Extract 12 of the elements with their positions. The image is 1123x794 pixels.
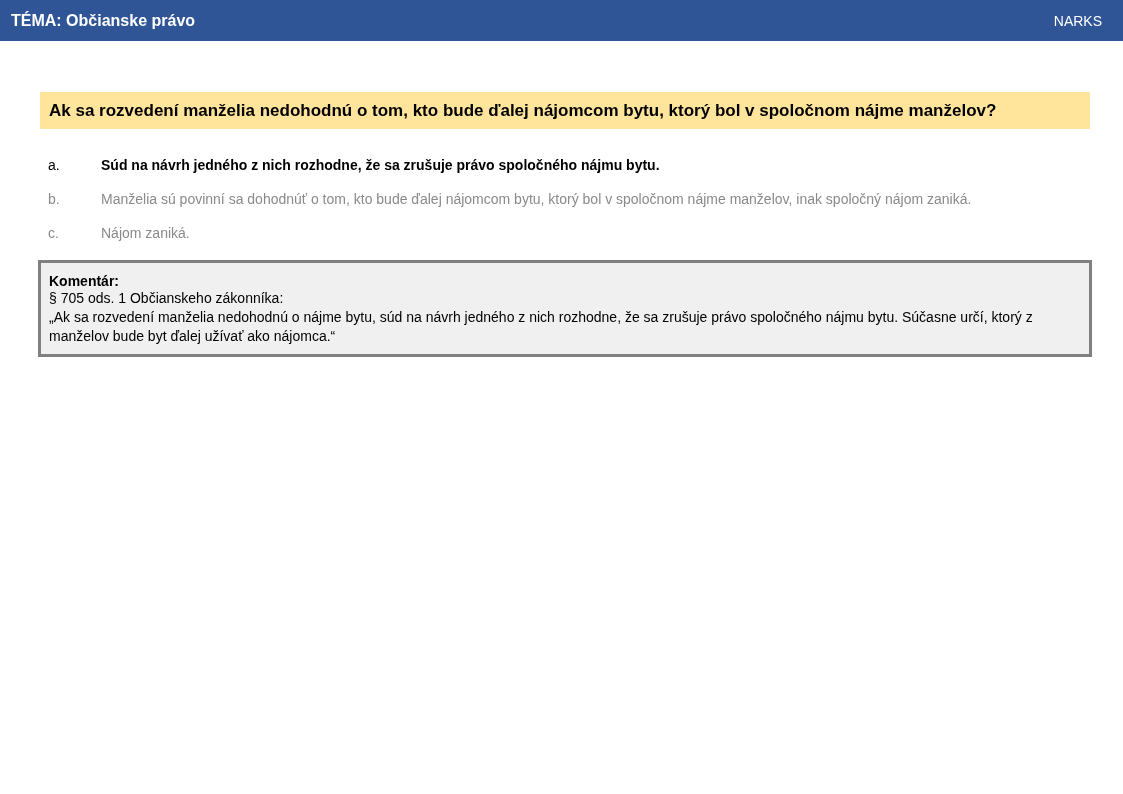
comment-quote: „Ak sa rozvedení manželia nedohodnú o nájme bytu, súd na návrh jedného z nich rozhodne, že sa zrušuje právo spoločného nájmu bytu. Súčasne určí, ktorý z manželov bude byt ďalej užívať ako nájomca.“: [49, 308, 1034, 346]
comment-heading: Komentár:: [49, 273, 120, 289]
answer-text: Nájom zaniká.: [101, 225, 190, 241]
answer-letter: b.: [48, 191, 61, 207]
answer-letter: c.: [48, 225, 60, 241]
answer-text: Súd na návrh jedného z nich rozhodne, že sa zrušuje právo spoločného nájmu bytu.: [101, 157, 660, 173]
answer-letter: a.: [48, 157, 61, 173]
answer-text: Manželia sú povinní sa dohodnúť o tom, kto bude ďalej nájomcom bytu, ktorý bol v spoločnom nájme manželov, inak spoločný nájom zaniká.: [101, 191, 972, 207]
topic-title: TÉMA: Občianske právo: [11, 11, 196, 30]
question-text: Ak sa rozvedení manželia nedohodnú o tom, kto bude ďalej nájomcom bytu, ktorý bol v spoločnom nájme manželov?: [40, 92, 1090, 129]
comment-source: § 705 ods. 1 Občianskeho zákonníka:: [49, 289, 285, 308]
brand-label: NARKS: [1053, 12, 1102, 29]
